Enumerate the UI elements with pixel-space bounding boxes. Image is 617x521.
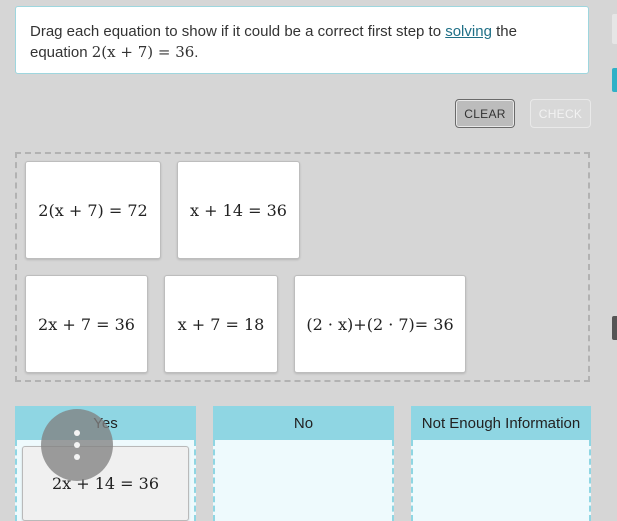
equation-tile[interactable]: x + 14 = 36 — [177, 161, 300, 259]
question-prompt: Drag each equation to show if it could b… — [15, 6, 589, 74]
column-header-no: No — [213, 406, 394, 440]
equation-tile[interactable]: (2 · x)+(2 · 7)= 36 — [294, 275, 466, 373]
target-equation: 2(x + 7) = 36 — [91, 43, 195, 61]
vertical-ellipsis-icon[interactable] — [41, 409, 113, 481]
column-header-not-enough-info: Not Enough Information — [411, 406, 591, 440]
edge-tab-teal[interactable] — [612, 68, 617, 92]
edge-tab-top[interactable] — [612, 14, 617, 44]
equation-tile[interactable]: 2(x + 7) = 72 — [25, 161, 161, 259]
drop-zone-no[interactable] — [213, 440, 394, 521]
equation-tile[interactable]: x + 7 = 18 — [164, 275, 278, 373]
edge-tab-dark[interactable] — [612, 316, 617, 340]
check-button[interactable]: CHECK — [530, 99, 591, 128]
equation-tile[interactable]: 2x + 7 = 36 — [25, 275, 148, 373]
ellipsis-dot — [74, 442, 80, 448]
ellipsis-dot — [74, 430, 80, 436]
drop-zone-not-enough-info[interactable] — [411, 440, 591, 521]
ellipsis-dot — [74, 454, 80, 460]
clear-button[interactable]: CLEAR — [455, 99, 515, 128]
prompt-period: . — [194, 44, 199, 61]
solving-link[interactable]: solving — [445, 23, 492, 40]
prompt-text: Drag each equation to show if it could b… — [30, 23, 446, 40]
